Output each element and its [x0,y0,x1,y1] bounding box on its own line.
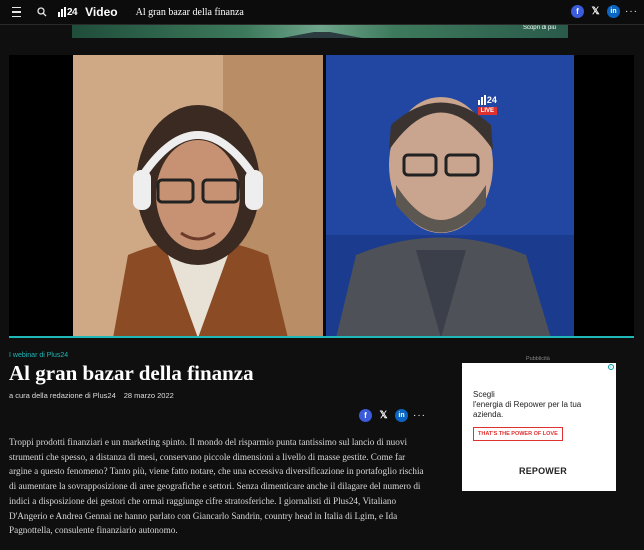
more-icon[interactable]: ··· [413,410,426,421]
article-title: Al gran bazar della finanza [9,361,254,385]
live-badge: 24 LIVE [477,95,497,115]
ad-brand-logo: REPOWER [519,466,567,476]
banner-ad[interactable]: Scopri di più [72,25,568,38]
article-date: 28 marzo 2022 [123,391,174,400]
video-right-speaker: 24 LIVE [326,55,574,338]
x-icon[interactable]: 𝕏 [589,6,602,17]
banner-road-image [282,32,362,38]
video-left-speaker [73,55,323,338]
article-share: f 𝕏 in ··· [359,409,426,422]
article-author: a cura della redazione di Plus24 [9,391,116,400]
more-icon[interactable]: ··· [625,6,638,17]
video-progress-bar[interactable] [9,336,634,338]
site-logo[interactable]: 24 [58,7,78,18]
ad-info-icon[interactable]: i [608,364,614,370]
sidebar-ad[interactable]: i Scegli l'energia di Repower per la tua… [462,363,616,491]
top-navbar: 24 Video Al gran bazar della finanza f 𝕏… [0,0,644,25]
x-icon[interactable]: 𝕏 [377,410,390,421]
linkedin-icon[interactable]: in [607,5,620,18]
linkedin-icon[interactable]: in [395,409,408,422]
video-player[interactable]: 24 LIVE [9,55,634,338]
channel-logo: 24 [477,95,497,105]
live-label: LIVE [477,107,497,115]
ad-line-1: Scegli [473,390,495,399]
section-title[interactable]: Video [85,5,117,19]
facebook-icon[interactable]: f [359,409,372,422]
topbar-share: f 𝕏 in ··· [571,5,638,18]
ad-line-2: l'energia di Repower per la tua azienda. [473,400,582,419]
article-byline: a cura della redazione di Plus24 28 marz… [9,391,174,400]
topbar-page-title: Al gran bazar della finanza [135,6,244,18]
facebook-icon[interactable]: f [571,5,584,18]
ad-cta-button[interactable]: THAT'S THE POWER OF LOVE [473,427,563,441]
search-icon[interactable] [32,2,52,22]
menu-icon[interactable] [6,2,26,22]
banner-ad-text: Scopri di più [522,25,556,31]
logo-bars-icon [58,7,66,17]
article-body: Troppi prodotti finanziari e un marketin… [9,437,424,536]
article-kicker[interactable]: I webinar di Plus24 [9,352,68,359]
ad-label: Pubblicità [526,356,550,362]
